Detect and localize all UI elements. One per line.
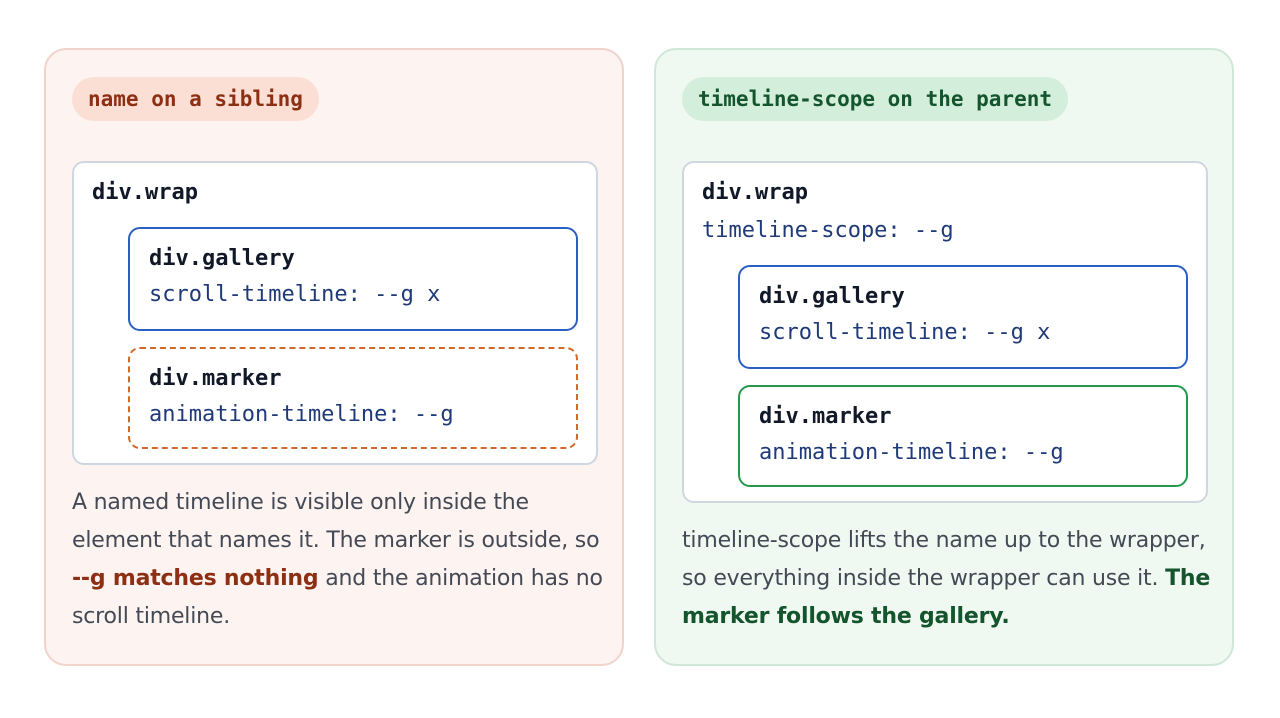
wrap-element-name: div.wrap	[92, 180, 198, 205]
panel-name-on-sibling: name on a sibling div.wrap div.gallery s…	[44, 48, 624, 666]
gallery-element-name: div.gallery	[759, 284, 905, 309]
panel-title-pill: name on a sibling	[72, 77, 319, 121]
gallery-property: scroll-timeline: --g x	[759, 320, 1051, 345]
wrap-box: div.wrap timeline-scope: --g div.gallery…	[682, 161, 1208, 503]
panel-description: timeline-scope lifts the name up to the …	[682, 522, 1222, 636]
gallery-property: scroll-timeline: --g x	[149, 282, 441, 307]
marker-box: div.marker animation-timeline: --g	[738, 385, 1188, 487]
wrap-box: div.wrap div.gallery scroll-timeline: --…	[72, 161, 598, 465]
panel-timeline-scope: timeline-scope on the parent div.wrap ti…	[654, 48, 1234, 666]
marker-element-name: div.marker	[759, 404, 892, 429]
gallery-box: div.gallery scroll-timeline: --g x	[128, 227, 578, 331]
description-text: A named timeline is visible only inside …	[72, 490, 600, 553]
description-emphasis: --g matches nothing	[72, 566, 319, 591]
marker-element-name: div.marker	[149, 366, 282, 391]
gallery-box: div.gallery scroll-timeline: --g x	[738, 265, 1188, 369]
panel-description: A named timeline is visible only inside …	[72, 484, 612, 636]
wrap-element-name: div.wrap	[702, 180, 808, 205]
panel-title-pill: timeline-scope on the parent	[682, 77, 1069, 121]
marker-box: div.marker animation-timeline: --g	[128, 347, 578, 449]
marker-property: animation-timeline: --g	[149, 402, 454, 427]
marker-property: animation-timeline: --g	[759, 440, 1064, 465]
gallery-element-name: div.gallery	[149, 246, 295, 271]
description-text: timeline-scope lifts the name up to the …	[682, 528, 1206, 591]
wrap-property: timeline-scope: --g	[702, 218, 954, 243]
